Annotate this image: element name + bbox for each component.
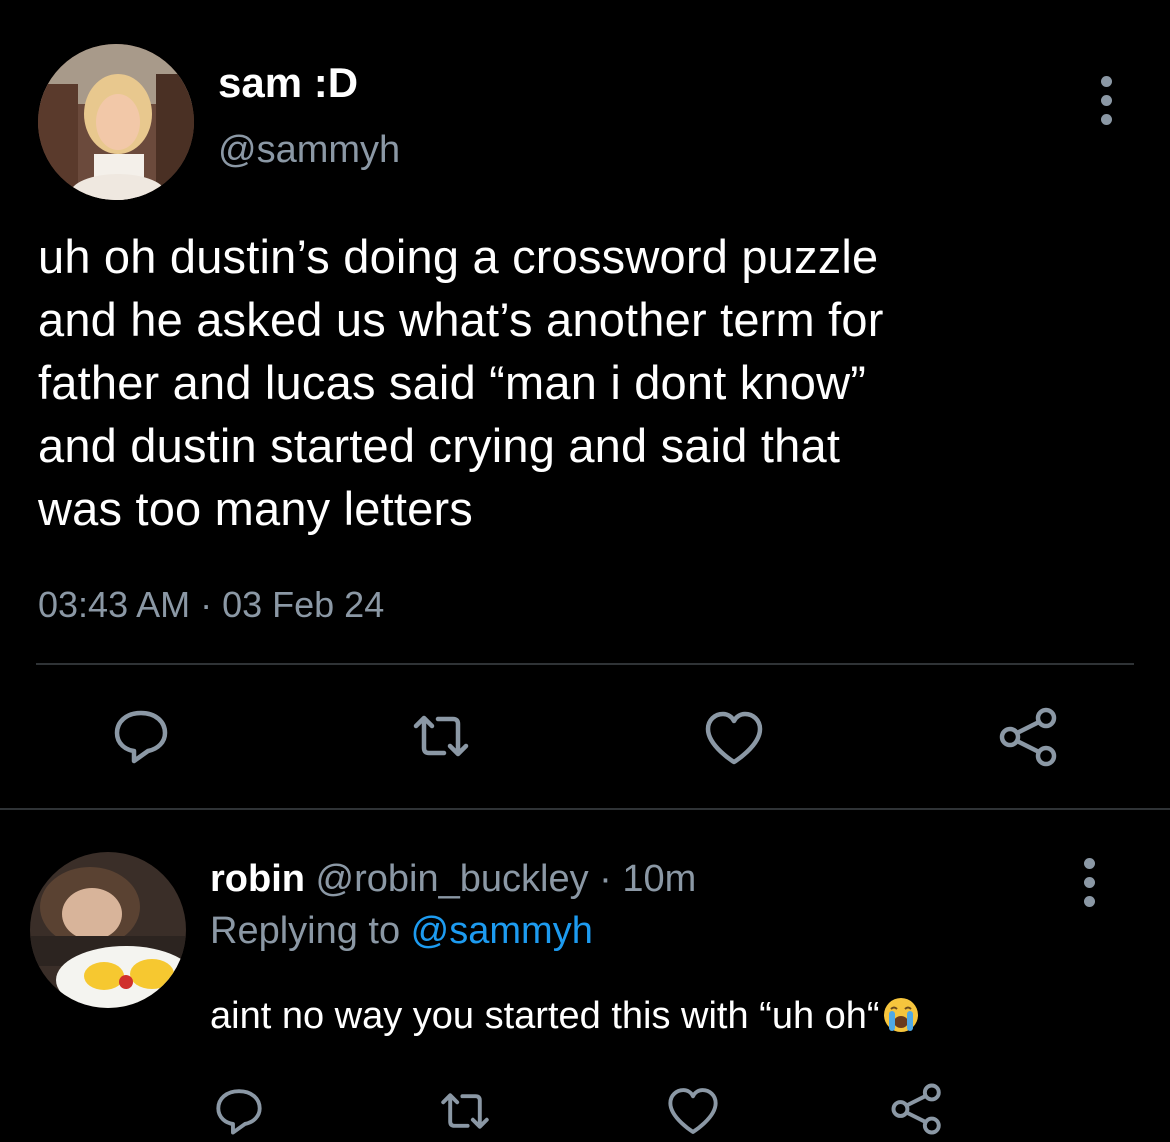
divider <box>36 663 1134 665</box>
separator: · <box>599 858 612 900</box>
reply-text: aint no way you started this with “uh oh… <box>210 992 920 1040</box>
main-tweet: sam :D @sammyh uh oh dustin’s doing a cr… <box>0 0 1170 810</box>
replying-to: Replying to @sammyh <box>210 908 593 954</box>
handle[interactable]: @sammyh <box>218 128 400 172</box>
replying-to-link[interactable]: @sammyh <box>411 910 593 952</box>
share-icon[interactable] <box>998 706 1060 768</box>
more-options-icon[interactable] <box>1094 76 1118 125</box>
more-options-icon[interactable] <box>1077 858 1101 907</box>
retweet-icon[interactable] <box>438 1086 492 1136</box>
profile-photo <box>30 852 186 1008</box>
timestamp[interactable]: 03:43 AM · 03 Feb 24 <box>38 583 384 627</box>
share-icon[interactable] <box>890 1082 944 1136</box>
avatar[interactable] <box>38 44 194 200</box>
like-icon[interactable] <box>703 710 765 766</box>
timestamp[interactable]: 10m <box>622 858 696 900</box>
tweet-text: uh oh dustin’s doing a crossword puzzle … <box>38 230 884 535</box>
reply-text-body: aint no way you started this with “uh oh… <box>210 995 880 1037</box>
display-name[interactable]: robin <box>210 858 305 900</box>
reply-icon[interactable] <box>112 708 170 764</box>
profile-photo <box>38 44 194 200</box>
divider <box>0 808 1170 810</box>
loudly-crying-face-icon <box>883 998 918 1032</box>
replying-prefix: Replying to <box>210 910 411 952</box>
handle[interactable]: @robin_buckley <box>316 858 589 900</box>
retweet-icon[interactable] <box>410 708 472 764</box>
display-name[interactable]: sam :D <box>218 60 358 106</box>
reply-icon[interactable] <box>214 1086 264 1136</box>
avatar[interactable] <box>30 852 186 1008</box>
reply-header: robin @robin_buckley · 10m <box>210 856 696 902</box>
like-icon[interactable] <box>666 1086 720 1136</box>
